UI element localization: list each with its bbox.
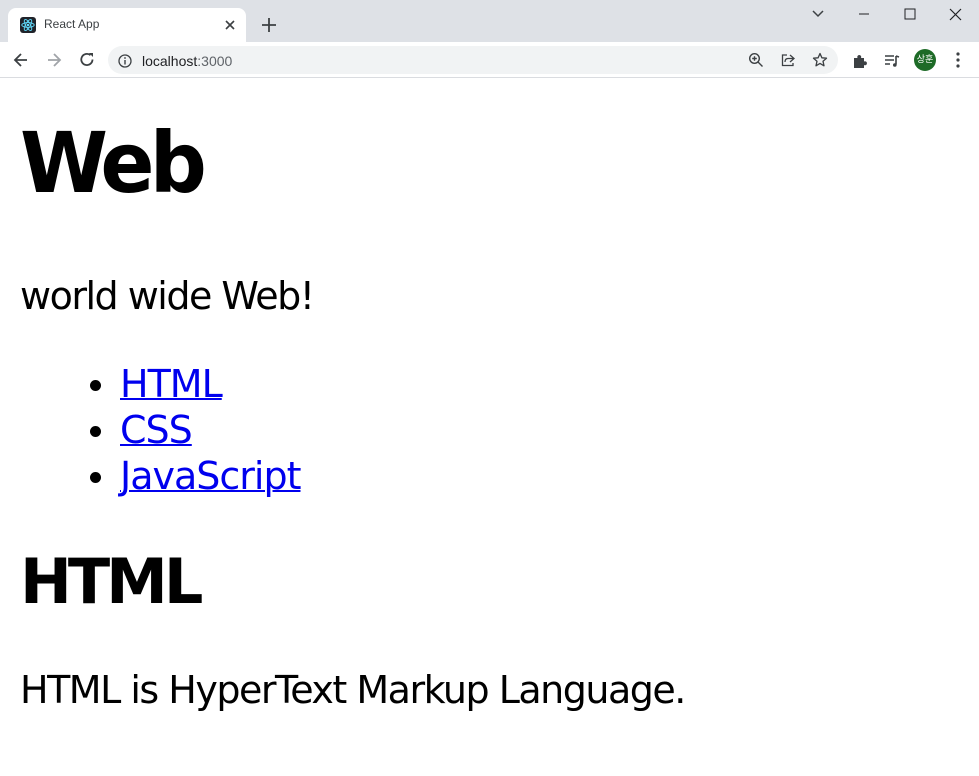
url-host: localhost (142, 53, 198, 69)
page-subtitle: world wide Web! (20, 274, 315, 318)
article-body: HTML is HyperText Markup Language. (20, 668, 686, 712)
window-minimize-icon[interactable] (841, 0, 887, 30)
list-item: CSS (89, 407, 300, 453)
nav-link-css[interactable]: CSS (120, 408, 193, 452)
browser-tab[interactable]: React App (8, 8, 246, 42)
browser-titlebar: React App (0, 0, 979, 42)
address-bar[interactable]: localhost:3000 (108, 46, 838, 74)
url-text[interactable]: localhost:3000 (142, 53, 232, 69)
forward-arrow-icon[interactable] (44, 50, 64, 70)
star-icon[interactable] (812, 52, 828, 68)
tab-title: React App (44, 17, 100, 31)
article-heading: HTML (20, 545, 203, 618)
media-icon[interactable] (883, 52, 901, 70)
tab-close-icon[interactable] (222, 17, 238, 33)
browser-toolbar: localhost:3000 상훈 (0, 42, 979, 78)
profile-avatar[interactable]: 상훈 (914, 49, 936, 71)
nav-link-html[interactable]: HTML (120, 362, 223, 406)
window-close-icon[interactable] (933, 0, 979, 30)
reload-icon[interactable] (77, 50, 97, 70)
nav-link-javascript[interactable]: JavaScript (120, 454, 301, 498)
page-title: Web (20, 114, 207, 212)
extensions-icon[interactable] (851, 52, 869, 70)
list-item: JavaScript (89, 453, 301, 499)
zoom-icon[interactable] (748, 52, 764, 68)
back-arrow-icon[interactable] (11, 50, 31, 70)
info-icon[interactable] (118, 53, 132, 68)
list-item: HTML (89, 361, 300, 407)
url-port: :3000 (197, 53, 233, 69)
topic-nav-list: HTML CSS JavaScript (89, 361, 301, 499)
window-maximize-icon[interactable] (887, 0, 933, 30)
share-icon[interactable] (780, 52, 796, 68)
tab-search-chevron-icon[interactable] (808, 6, 828, 22)
react-logo-icon (20, 17, 36, 33)
page-content: Web world wide Web! HTML CSS JavaScript … (0, 79, 979, 776)
more-menu-icon[interactable] (955, 51, 961, 69)
new-tab-plus-icon[interactable] (258, 14, 280, 36)
